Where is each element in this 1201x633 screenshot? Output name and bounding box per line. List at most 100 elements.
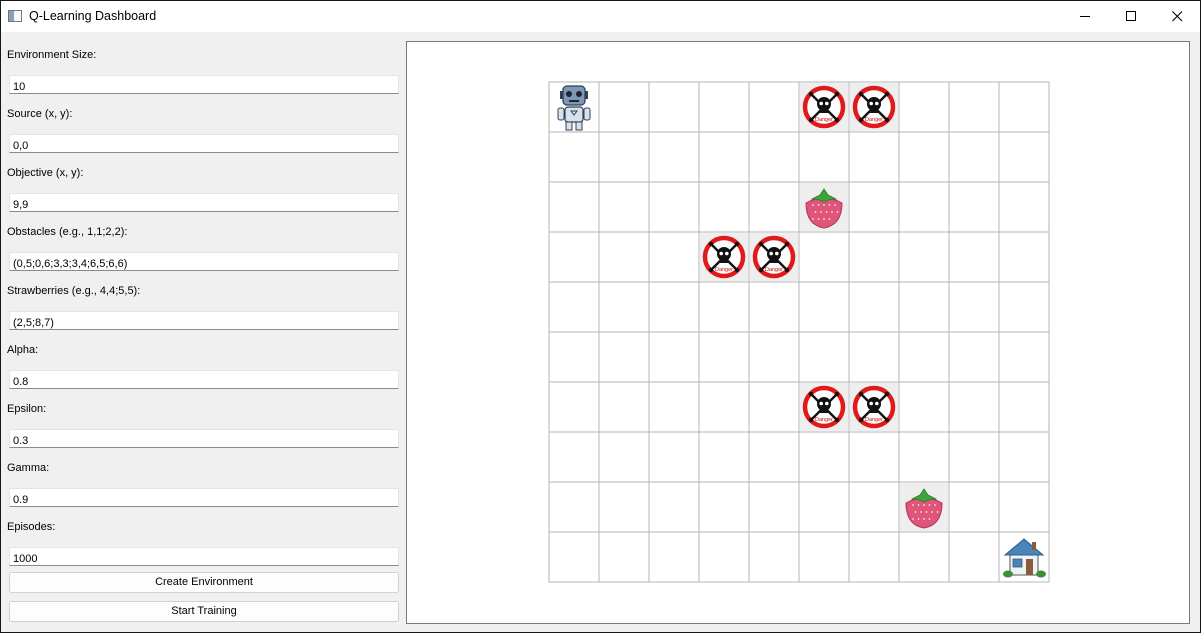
danger-obstacle-icon: Danger <box>850 83 898 131</box>
grid-cell <box>598 231 650 283</box>
maximize-button[interactable] <box>1108 1 1154 32</box>
grid-cell <box>698 381 750 433</box>
grid-cell <box>898 131 950 183</box>
close-button[interactable] <box>1154 1 1200 32</box>
grid-cell <box>748 331 800 383</box>
grid-cell <box>548 131 600 183</box>
grid-canvas-panel: Danger Danger Danger Danger Danger Danger <box>406 41 1190 624</box>
grid-cell <box>598 381 650 433</box>
objective-input[interactable]: 9,9 <box>9 193 399 212</box>
grid-cell <box>698 481 750 533</box>
grid-cell <box>748 131 800 183</box>
grid-cell <box>948 81 1000 133</box>
episodes-label: Episodes: <box>7 521 56 533</box>
grid-cell <box>798 281 850 333</box>
grid-cell <box>998 281 1050 333</box>
grid-cell <box>798 331 850 383</box>
grid-cell <box>548 331 600 383</box>
danger-label: Danger <box>815 417 833 423</box>
grid-cell <box>548 531 600 583</box>
grid-cell <box>598 481 650 533</box>
source-label: Source (x, y): <box>7 108 73 120</box>
start-training-button[interactable]: Start Training <box>9 601 399 622</box>
grid-cell <box>948 431 1000 483</box>
grid-cell <box>748 81 800 133</box>
grid-cell <box>848 131 900 183</box>
alpha-input[interactable]: 0.8 <box>9 370 399 389</box>
grid-cell <box>648 281 700 333</box>
grid-cell <box>648 231 700 283</box>
grid-cell <box>598 81 650 133</box>
minimize-button[interactable] <box>1062 1 1108 32</box>
grid-cell <box>948 531 1000 583</box>
grid-cell <box>548 381 600 433</box>
danger-label: Danger <box>815 117 833 123</box>
grid-cell <box>748 431 800 483</box>
danger-obstacle-icon: Danger <box>800 383 848 431</box>
grid-cell <box>698 81 750 133</box>
grid-cell <box>748 481 800 533</box>
grid-cell <box>698 281 750 333</box>
grid-cell <box>598 131 650 183</box>
strawberries-input[interactable]: (2,5;8,7) <box>9 311 399 330</box>
grid-cell <box>998 481 1050 533</box>
grid-cell <box>848 431 900 483</box>
grid-cell <box>548 481 600 533</box>
episodes-input[interactable]: 1000 <box>9 547 399 566</box>
grid-cell <box>898 81 950 133</box>
grid-cell <box>948 481 1000 533</box>
grid-cell <box>598 331 650 383</box>
epsilon-input[interactable]: 0.3 <box>9 429 399 448</box>
grid-cell <box>998 381 1050 433</box>
environment-size-input[interactable]: 10 <box>9 75 399 94</box>
environment-size-label: Environment Size: <box>7 49 97 61</box>
grid-cell <box>848 281 900 333</box>
create-environment-button[interactable]: Create Environment <box>9 572 399 593</box>
objective-label: Objective (x, y): <box>7 167 84 179</box>
grid-cell <box>548 231 600 283</box>
grid-cell <box>648 181 700 233</box>
obstacles-input[interactable]: (0,5;0,6;3,3;3,4;6,5;6,6) <box>9 252 399 271</box>
grid-cell <box>998 181 1050 233</box>
danger-label: Danger <box>865 117 883 123</box>
grid-cell <box>698 131 750 183</box>
gamma-input[interactable]: 0.9 <box>9 488 399 507</box>
grid-cell <box>898 181 950 233</box>
grid-cell <box>898 281 950 333</box>
danger-label: Danger <box>765 267 783 273</box>
close-icon <box>1172 11 1183 22</box>
epsilon-label: Epsilon: <box>7 403 47 415</box>
grid-cell <box>648 131 700 183</box>
grid-cell <box>648 481 700 533</box>
grid-cell <box>648 331 700 383</box>
grid-cell <box>648 431 700 483</box>
alpha-label: Alpha: <box>7 344 39 356</box>
grid-cell <box>848 481 900 533</box>
grid-cell <box>898 231 950 283</box>
grid-cell <box>948 181 1000 233</box>
grid-cell <box>648 531 700 583</box>
grid-cell <box>998 431 1050 483</box>
danger-obstacle-icon: Danger <box>750 233 798 281</box>
title-bar: Q-Learning Dashboard <box>1 1 1200 32</box>
window-title: Q-Learning Dashboard <box>29 9 157 23</box>
obstacles-label: Obstacles (e.g., 1,1;2,2): <box>7 226 128 238</box>
grid-cell <box>898 331 950 383</box>
grid-cell <box>848 231 900 283</box>
grid-cell <box>748 181 800 233</box>
grid-cell <box>598 281 650 333</box>
grid-cell <box>648 81 700 133</box>
danger-obstacle-icon: Danger <box>800 83 848 131</box>
source-input[interactable]: 0,0 <box>9 134 399 153</box>
grid-cell <box>548 431 600 483</box>
grid-cell <box>598 181 650 233</box>
grid-cell <box>848 531 900 583</box>
grid-cell <box>998 331 1050 383</box>
grid-cell <box>998 231 1050 283</box>
grid-cell <box>798 231 850 283</box>
grid-cell <box>548 181 600 233</box>
grid-cell <box>948 381 1000 433</box>
grid-cell <box>898 431 950 483</box>
gamma-label: Gamma: <box>7 462 50 474</box>
grid-cell <box>698 531 750 583</box>
